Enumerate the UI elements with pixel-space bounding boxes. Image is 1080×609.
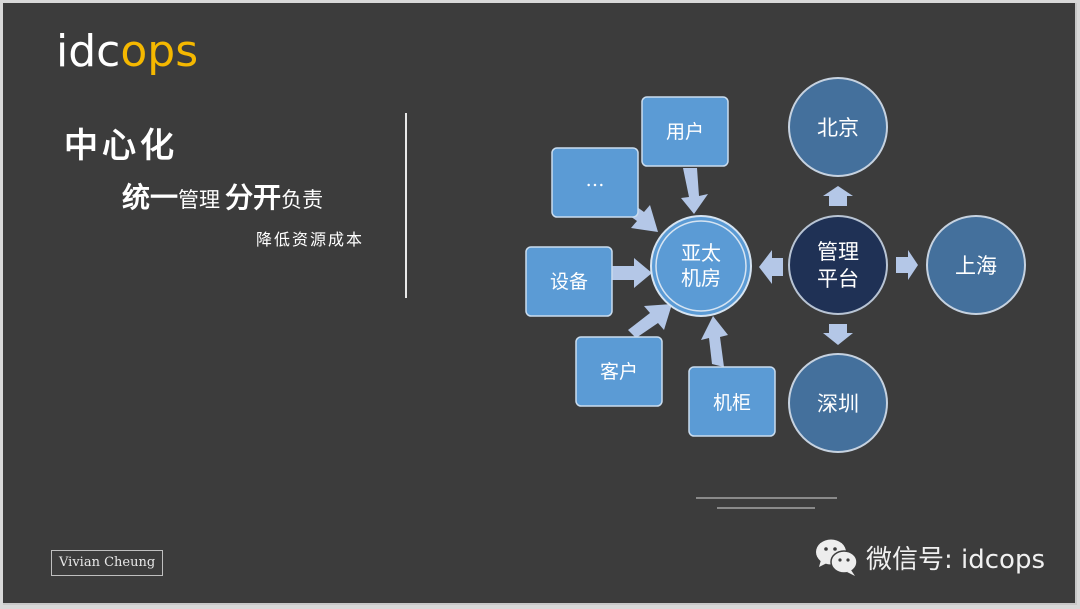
arrow-to-shanghai (896, 250, 918, 280)
city-label: 上海 (955, 254, 997, 278)
arrow-platform-to-hub (759, 250, 783, 284)
city-label: 北京 (817, 116, 859, 140)
arrow-to-beijing (823, 186, 853, 206)
city-circle-shanghai: 上海 (926, 215, 1026, 315)
arrow-to-shenzhen (823, 324, 853, 345)
box-label: … (586, 169, 605, 191)
wechat-icon (816, 539, 858, 576)
box-label: 设备 (550, 271, 588, 293)
input-box-cabinets: 机柜 (688, 366, 776, 437)
platform-label-line: 管理 (817, 240, 859, 264)
hub-label-line: 亚太 (681, 241, 721, 265)
input-box-customers: 客户 (575, 336, 663, 407)
input-box-more: … (551, 147, 639, 218)
box-label: 机柜 (713, 392, 751, 414)
city-circle-shenzhen: 深圳 (788, 353, 888, 453)
hub-circle: 亚太 机房 (650, 215, 752, 317)
city-circle-beijing: 北京 (788, 77, 888, 177)
decorative-line (717, 507, 815, 509)
wechat-account: 微信号: idcops (814, 537, 1045, 577)
input-box-users: 用户 (641, 96, 729, 167)
arrow-from-devices (612, 258, 652, 288)
input-box-devices: 设备 (525, 246, 613, 317)
arrow-from-customers (628, 304, 672, 338)
arrow-from-users (681, 168, 708, 214)
city-label: 深圳 (817, 392, 859, 416)
platform-label-line: 平台 (817, 267, 859, 291)
wechat-id: 微信号: idcops (866, 544, 1046, 575)
arrow-from-cabinets (701, 316, 728, 367)
author-label: Vivian Cheung (51, 550, 164, 576)
box-label: 用户 (666, 121, 704, 143)
hub-label-line: 机房 (681, 266, 721, 290)
diagram: 用户 … 设备 客户 机柜 亚太 机房 管理 平台 北京 上海 深圳 (525, 77, 1026, 453)
box-label: 客户 (600, 361, 638, 383)
decorative-line (696, 497, 837, 499)
platform-circle: 管理 平台 (788, 215, 888, 315)
